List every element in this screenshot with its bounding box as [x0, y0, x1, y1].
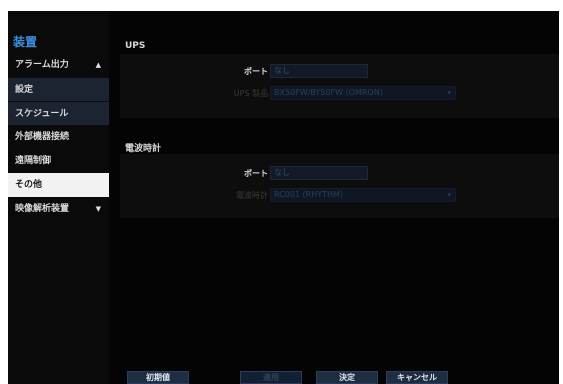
clock-port-field[interactable]: なし	[270, 166, 368, 180]
ups-product-value: BX50FW/BY50FW (OMRON)	[274, 88, 383, 97]
ups-product-select[interactable]: BX50FW/BY50FW (OMRON) ▾	[270, 86, 456, 100]
ups-port-field[interactable]: なし	[270, 64, 368, 78]
clock-port-label: ポート	[244, 169, 268, 178]
main-content: UPS ポート なし UPS 製品 BX50FW/BY50FW (OMRON) …	[109, 11, 559, 384]
sidebar-item-label: スケジュール	[15, 109, 69, 119]
sidebar-item-label: 外部機器接続	[15, 132, 70, 142]
clock-device-select[interactable]: RC001 (RHYTHM) ▾	[270, 188, 456, 202]
ups-section-title: UPS	[125, 41, 146, 51]
chevron-down-icon: ▾	[447, 89, 451, 97]
dvr-screen: 装置 アラーム出力 ▲ 設定 スケジュール 外部機器接続 遠隔制御 その他 映像…	[8, 11, 559, 384]
chevron-down-icon: ▼	[95, 205, 101, 213]
sidebar-item-schedule[interactable]: スケジュール	[8, 101, 109, 125]
cancel-button[interactable]: キャンセル	[386, 371, 448, 384]
ok-button[interactable]: 決定	[316, 371, 378, 384]
default-button[interactable]: 初期値	[127, 371, 189, 384]
ups-port-label: ポート	[244, 67, 268, 76]
sidebar-title: 装置	[13, 35, 38, 49]
chevron-up-icon: ▲	[95, 61, 101, 69]
clock-section-title: 電波時計	[125, 144, 162, 154]
sidebar-item-label: 遠隔制御	[15, 156, 52, 166]
ups-panel: ポート なし UPS 製品 BX50FW/BY50FW (OMRON) ▾	[120, 54, 559, 118]
clock-panel: ポート なし 電波時計 RC001 (RHYTHM) ▾	[120, 154, 559, 218]
sidebar-item-alarm-output[interactable]: アラーム出力 ▲	[8, 53, 109, 77]
ups-product-label: UPS 製品	[233, 89, 268, 98]
sidebar-item-settings[interactable]: 設定	[8, 77, 109, 101]
sidebar-item-video-analytics[interactable]: 映像解析装置 ▼	[8, 197, 109, 221]
sidebar-item-label: その他	[15, 180, 43, 190]
apply-button[interactable]: 適用	[240, 371, 302, 384]
clock-device-value: RC001 (RHYTHM)	[274, 190, 344, 199]
sidebar-item-remote-control[interactable]: 遠隔制御	[8, 149, 109, 173]
sidebar-item-label: 映像解析装置	[15, 204, 70, 214]
sidebar-item-label: 設定	[15, 85, 34, 95]
chevron-down-icon: ▾	[447, 191, 451, 199]
sidebar-item-other[interactable]: その他	[8, 173, 109, 197]
sidebar-item-external-device[interactable]: 外部機器接続	[8, 125, 109, 149]
sidebar-item-label: アラーム出力	[15, 60, 69, 70]
sidebar: 装置 アラーム出力 ▲ 設定 スケジュール 外部機器接続 遠隔制御 その他 映像…	[8, 11, 109, 384]
clock-device-label: 電波時計	[236, 191, 268, 200]
